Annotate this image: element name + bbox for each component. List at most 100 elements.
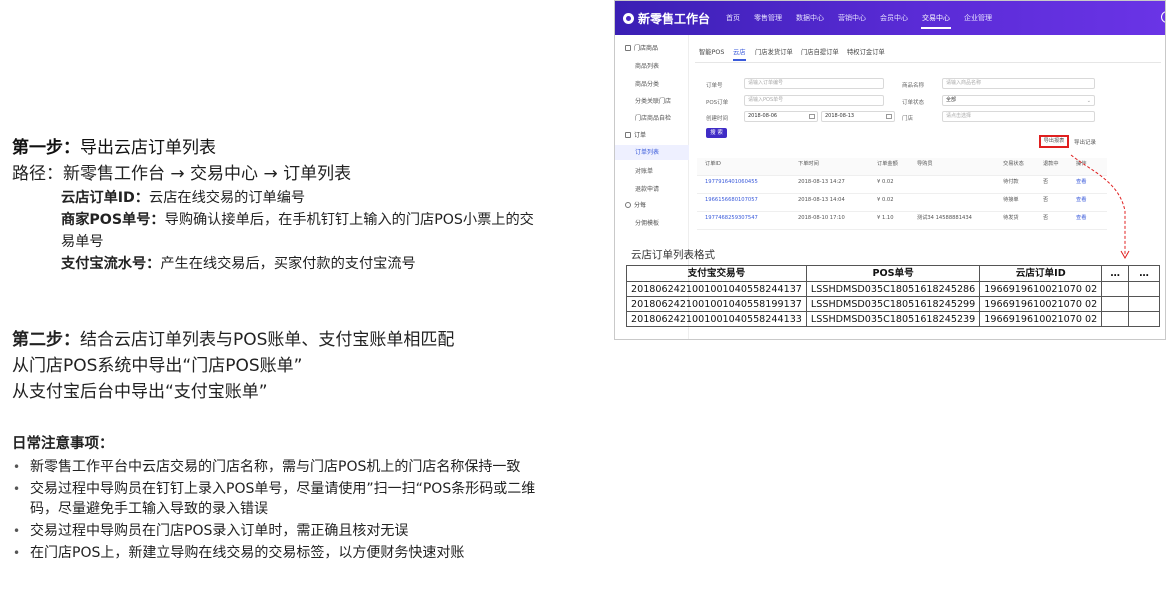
order-amount: ¥ 1.10 [877,215,894,221]
order-refunding: 否 [1043,197,1049,203]
nav-data-center[interactable]: 数据中心 [789,1,831,35]
pos-number: LSSHDMSD035C18051618245286 [805,281,981,297]
field-definitions: 云店订单ID：云店在线交易的订单编号 商家POS单号：导购确认接单后，在手机钉钉… [61,187,541,275]
sidebar-group-store-products[interactable]: 门店商品 [615,43,689,52]
column-header: 退款中 [1043,161,1059,167]
app-title: 新零售工作台 [638,12,711,26]
sidebar-group-orders[interactable]: 订单 [615,130,689,139]
sidebar-item-statement[interactable]: 对账单 [615,166,689,175]
nav-enterprise-management[interactable]: 企业管理 [957,1,999,35]
top-navigation-bar: 新零售工作台 首页 零售管理 数据中心 营销中心 会员中心 交易中心 企业管理 [615,1,1165,35]
sidebar-item-product-list[interactable]: 商品列表 [615,61,689,70]
nav-marketing-center[interactable]: 营销中心 [831,1,873,35]
step-one-section: 第一步：导出云店订单列表 路径：新零售工作台 → 交易中心 → 订单列表 云店订… [12,135,541,275]
sidebar-item-category-store[interactable]: 分类关联门店 [615,96,689,105]
product-name-input[interactable]: 请输入商品名称 [942,78,1095,89]
box-icon [625,45,631,51]
order-time: 2018-08-10 17:10 [798,215,845,221]
note-item: 新零售工作平台中云店交易的门店名称，需与门店POS机上的门店名称保持一致 [12,457,542,477]
app-logo[interactable]: 新零售工作台 [623,10,710,27]
column-header: 支付宝交易号 [626,265,807,282]
step-two-pos-export: 从门店POS系统中导出“门店POS账单” [12,356,303,376]
format-caption: 云店订单列表格式 [631,249,715,261]
search-button[interactable]: 搜 索 [706,128,727,138]
user-avatar-icon[interactable] [1161,11,1165,23]
step-two-text: 结合云店订单列表与POS账单、支付宝账单相匹配 [80,330,455,350]
table-row: 2018062421001001040558244133 LSSHDMSD035… [626,311,1160,327]
column-header: 订单ID [705,161,721,167]
sidebar-item-refund-request[interactable]: 退款申请 [615,184,689,193]
pos-order-input[interactable]: 请输入POS单号 [744,95,884,106]
store-order-id: 1966919610021070 02 [979,296,1103,312]
order-id-link[interactable]: 1966156680107057 [705,194,758,206]
order-id-link[interactable]: 1977916401060455 [705,176,758,188]
pos-order-label: POS订单 [706,100,729,106]
nav-member-center[interactable]: 会员中心 [873,1,915,35]
table-row: 2018062421001001040558244137 LSSHDMSD035… [626,281,1160,297]
order-status-select[interactable]: 全部 ⌄ [942,95,1095,106]
alipay-trade-no: 2018062421001001040558244137 [626,281,807,297]
sidebar-group-commission[interactable]: 分每 [615,200,689,209]
dashed-arrow-icon [1070,154,1130,260]
nav-trade-center[interactable]: 交易中心 [915,1,957,35]
order-number-label: 订单号 [706,83,723,89]
step-two-label: 第二步： [12,330,80,350]
sidebar-group-label: 订单 [634,132,647,139]
step-one-path: 路径：新零售工作台 → 交易中心 → 订单列表 [12,164,352,184]
order-refunding: 否 [1043,215,1049,221]
order-status: 待发货 [1003,215,1019,221]
step-two-section: 第二步：结合云店订单列表与POS账单、支付宝账单相匹配 从门店POS系统中导出“… [12,327,454,405]
date-end-value: 2018-08-13 [825,113,855,119]
empty-cell [1101,311,1130,327]
nav-retail-management[interactable]: 零售管理 [747,1,789,35]
sidebar-item-order-list[interactable]: 订单列表 [615,145,689,160]
date-end-input[interactable]: 2018-08-13 [821,111,895,122]
workbench-screenshot: 新零售工作台 首页 零售管理 数据中心 营销中心 会员中心 交易中心 企业管理 … [614,0,1166,340]
sidebar-item-product-category[interactable]: 商品分类 [615,79,689,88]
main-nav: 首页 零售管理 数据中心 营销中心 会员中心 交易中心 企业管理 [719,1,999,35]
store-order-id: 1966919610021070 02 [979,311,1103,327]
definition-term: 商家POS单号： [61,212,165,228]
tab-store-pickup-orders[interactable]: 门店自提订单 [801,47,839,56]
empty-cell [1101,281,1130,297]
column-header: 导购员 [917,161,933,167]
order-amount: ¥ 0.02 [877,179,894,185]
table-row: 1977916401060455 2018-08-13 14:27 ¥ 0.02… [697,176,1107,194]
calendar-icon [886,114,892,119]
definition-term: 云店订单ID： [61,190,149,206]
note-item: 交易过程中导购员在门店POS录入订单时，需正确且核对无误 [12,521,542,541]
table-row: 2018062421001001040558199137 LSSHDMSD035… [626,296,1160,312]
note-item: 交易过程中导购员在钉钉上录入POS单号，尽量请使用”扫一扫“POS条形码或二维码… [12,479,542,519]
order-number-input[interactable]: 请输入订单编号 [744,78,884,89]
tab-store-delivery-orders[interactable]: 门店发货订单 [755,47,793,56]
store-select[interactable]: 请点击选择 [942,111,1095,122]
sidebar-item-product-check[interactable]: 门店商品自检 [615,113,689,122]
order-time: 2018-08-13 14:27 [798,179,845,185]
tab-cloud-store[interactable]: 云店 [733,47,746,61]
table-row: 1977468259307547 2018-08-10 17:10 ¥ 1.10… [697,212,1107,230]
definition-alipay-serial: 支付宝流水号：产生在线交易后，买家付款的支付宝流号 [61,253,541,275]
order-amount: ¥ 0.02 [877,197,894,203]
date-start-input[interactable]: 2018-08-06 [744,111,818,122]
created-time-label: 创建时间 [706,116,729,122]
column-header: 云店订单ID [979,265,1103,282]
calendar-icon [809,114,815,119]
step-one-title: 第一步：导出云店订单列表 [12,135,541,161]
tab-deposit-orders[interactable]: 特权订金订单 [847,47,885,56]
order-icon [625,132,631,138]
order-id-link[interactable]: 1977468259307547 [705,212,758,224]
product-name-label: 商品名称 [902,83,925,89]
notes-title: 日常注意事项： [12,436,114,452]
definition-store-order-id: 云店订单ID：云店在线交易的订单编号 [61,187,541,209]
step-two-title: 第二步：结合云店订单列表与POS账单、支付宝账单相匹配 [12,327,454,353]
nav-home[interactable]: 首页 [719,1,747,35]
format-table: 支付宝交易号 POS单号 云店订单ID … … 2018062421001001… [626,265,1160,327]
order-status-label: 订单状态 [902,100,925,106]
table-header-row: 支付宝交易号 POS单号 云店订单ID … … [626,265,1160,282]
definition-desc: 云店在线交易的订单编号 [149,190,306,206]
pos-number: LSSHDMSD035C18051618245239 [805,311,981,327]
date-start-value: 2018-08-06 [748,113,778,119]
sidebar-item-commission-template[interactable]: 分佣模板 [615,218,689,227]
tab-smart-pos[interactable]: 智能POS [699,47,724,56]
store-order-id: 1966919610021070 02 [979,281,1103,297]
